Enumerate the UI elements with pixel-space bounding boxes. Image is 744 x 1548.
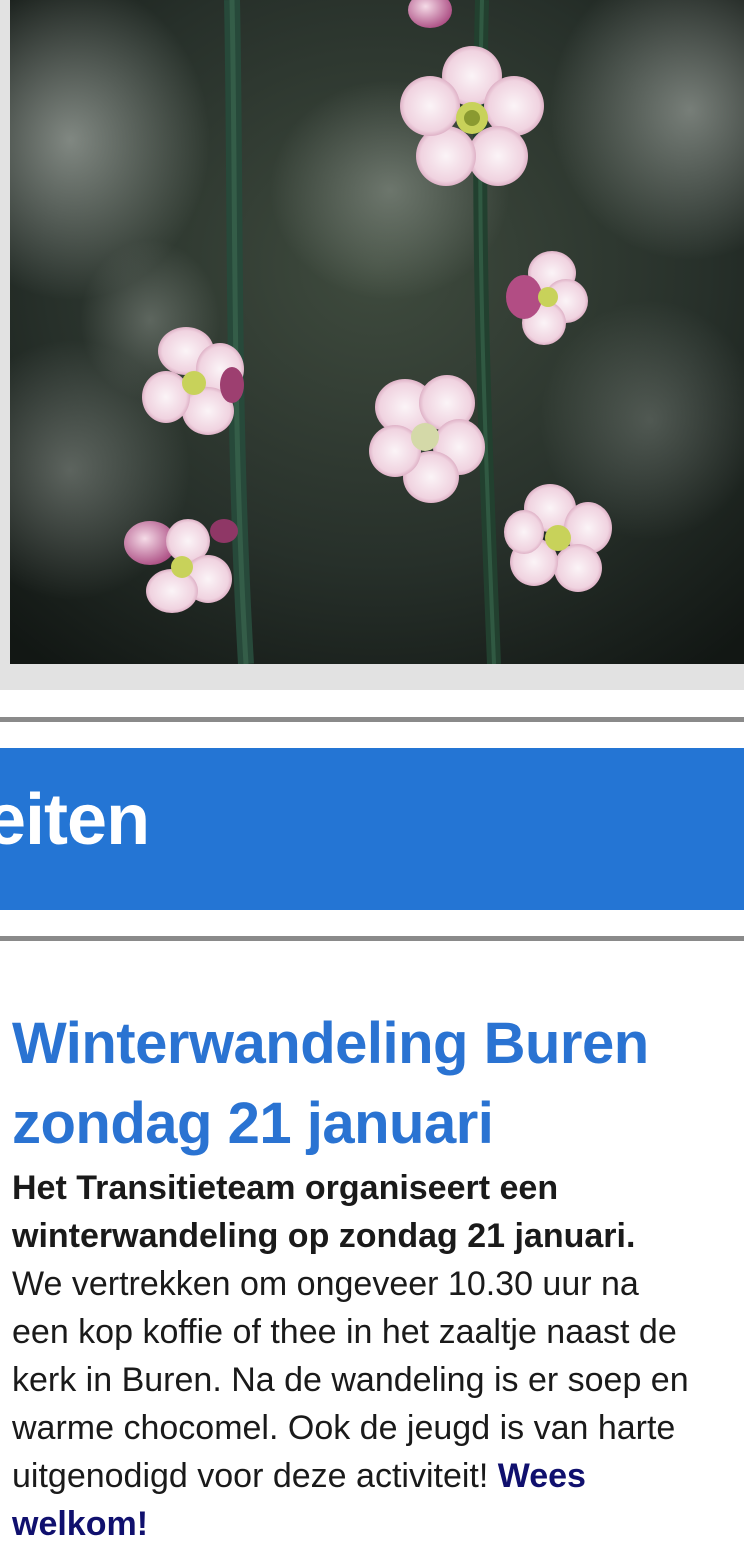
article-text-line2: een kop koffie of thee in het zaaltje na… <box>12 1313 677 1351</box>
hero-image-frame <box>0 0 744 690</box>
article-text-line5-wrap: uitgenodigd voor deze activiteit! Wees <box>12 1452 744 1500</box>
welcome-text-part1: Wees <box>497 1457 586 1495</box>
article-text-line4: warme chocomel. Ook de jeugd is van hart… <box>12 1409 676 1447</box>
divider-top <box>0 717 744 722</box>
article-title-line2: zondag 21 januari <box>12 1091 494 1156</box>
hero-image <box>10 0 744 664</box>
news-article: Winterwandeling Buren zondag 21 januari … <box>12 1004 744 1548</box>
article-body: Het Transitieteam organiseert een winter… <box>12 1164 744 1548</box>
article-text-line5: uitgenodigd voor deze activiteit! <box>12 1457 498 1495</box>
article-title[interactable]: Winterwandeling Buren zondag 21 januari <box>12 1004 744 1164</box>
article-text-line1: We vertrekken om ongeveer 10.30 uur na <box>12 1265 639 1303</box>
divider-bottom <box>0 936 744 941</box>
banner-title: eiten <box>0 780 150 860</box>
welcome-text-part2: welkom! <box>12 1505 149 1543</box>
article-lead-line2: winterwandeling op zondag 21 januari. <box>12 1217 636 1255</box>
section-banner: eiten <box>0 748 744 910</box>
article-lead-line1: Het Transitieteam organiseert een <box>12 1169 559 1207</box>
article-title-line1: Winterwandeling Buren <box>12 1011 649 1076</box>
article-text-line3: kerk in Buren. Na de wandeling is er soe… <box>12 1361 689 1399</box>
